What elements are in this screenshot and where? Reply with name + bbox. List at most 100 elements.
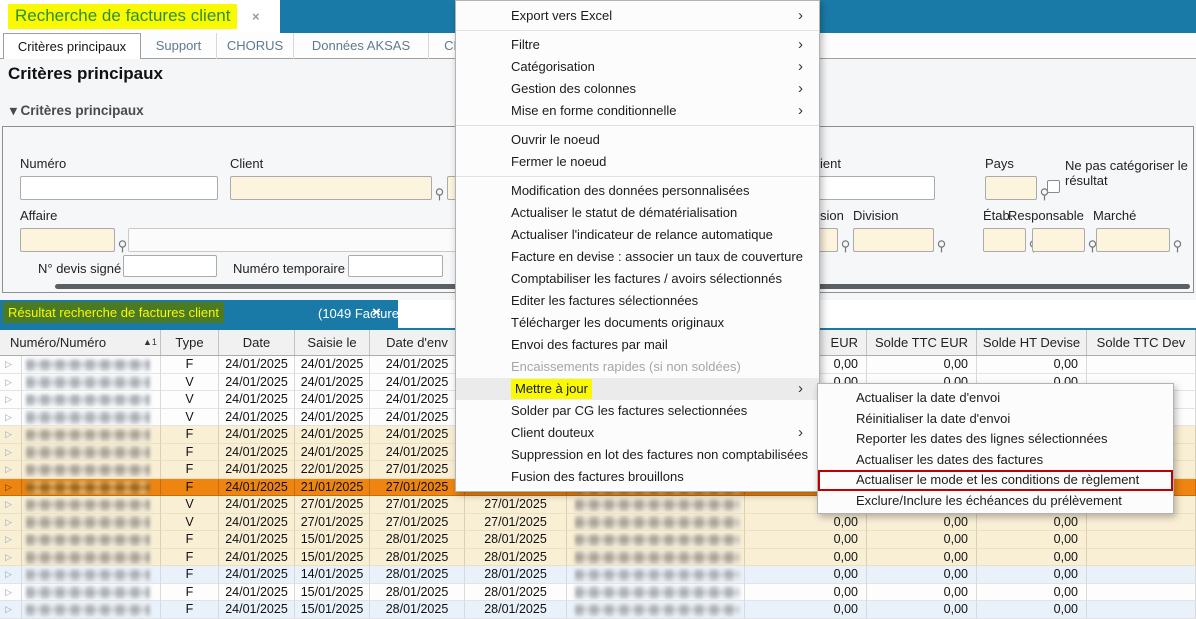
- menu-item-gestion-des-colonnes[interactable]: Gestion des colonnes›: [456, 78, 819, 100]
- client-code-input[interactable]: [230, 176, 432, 200]
- menu-item-fermer-le-noeud[interactable]: Fermer le noeud: [456, 151, 819, 173]
- redacted-client: [575, 499, 740, 512]
- document-tab[interactable]: Recherche de factures client ×: [0, 0, 280, 33]
- table-row[interactable]: ▷F24/01/202515/01/202528/01/202528/01/20…: [0, 531, 1196, 549]
- submenu-item-actualiser-la-date-d-envoi[interactable]: Actualiser la date d'envoi: [818, 388, 1173, 409]
- cell-expander: [0, 461, 22, 479]
- submenu-arrow-icon: ›: [798, 378, 803, 400]
- results-tab-close-icon[interactable]: ×: [372, 304, 381, 321]
- pays-input[interactable]: [985, 176, 1037, 200]
- menu-item-modification-des-donn-es-personnalis-es[interactable]: Modification des données personnalisées: [456, 180, 819, 202]
- tab-chorus[interactable]: CHORUS: [217, 33, 294, 59]
- cell-date: 24/01/2025: [219, 566, 295, 584]
- devis-signe-input[interactable]: [123, 255, 217, 277]
- cell-expander: [0, 496, 22, 514]
- tab-donn-es-aksas[interactable]: Données AKSAS: [294, 33, 429, 59]
- menu-item-fusion-des-factures-brouillons[interactable]: Fusion des factures brouillons: [456, 466, 819, 488]
- table-row[interactable]: ▷F24/01/202515/01/202528/01/202528/01/20…: [0, 601, 1196, 619]
- menu-item-comptabiliser-les-factures-avoirs-s-lect[interactable]: Comptabiliser les factures / avoirs séle…: [456, 268, 819, 290]
- results-tab[interactable]: Résultat recherche de factures client (1…: [0, 300, 398, 328]
- tab-support[interactable]: Support: [141, 33, 217, 59]
- cell-numero: [22, 584, 161, 602]
- categorize-checkbox[interactable]: [1047, 180, 1060, 193]
- col-type[interactable]: Type: [161, 330, 219, 355]
- menu-item-t-l-charger-les-documents-originaux[interactable]: Télécharger les documents originaux: [456, 312, 819, 334]
- cell-date: 24/01/2025: [219, 479, 295, 497]
- division-input[interactable]: [853, 228, 934, 252]
- etablissement-input[interactable]: [983, 228, 1026, 252]
- cell-saisie-le: 15/01/2025: [295, 584, 370, 602]
- cell-expander: [0, 531, 22, 549]
- col-saisie-le[interactable]: Saisie le: [295, 330, 370, 355]
- redacted-numero: [26, 499, 150, 512]
- tab-crit-res-principaux[interactable]: Critères principaux: [3, 33, 141, 60]
- table-row[interactable]: ▷F24/01/202514/01/202528/01/202528/01/20…: [0, 566, 1196, 584]
- cell-date-2: 28/01/2025: [465, 531, 567, 549]
- location-pin-icon: [937, 240, 946, 253]
- cell-numero: [22, 444, 161, 462]
- redacted-numero: [26, 481, 150, 494]
- cell-type: F: [161, 584, 219, 602]
- menu-item-export-vers-excel[interactable]: Export vers Excel›: [456, 5, 819, 27]
- table-row[interactable]: ▷F24/01/202515/01/202528/01/202528/01/20…: [0, 584, 1196, 602]
- division-label: Division: [853, 208, 899, 223]
- menu-item-ouvrir-le-noeud[interactable]: Ouvrir le noeud: [456, 129, 819, 151]
- cell-date-2: 28/01/2025: [465, 584, 567, 602]
- menu-item-actualiser-le-statut-de-d-mat-rialisatio[interactable]: Actualiser le statut de dématérialisatio…: [456, 202, 819, 224]
- numero-input[interactable]: [20, 176, 218, 200]
- cell-numero: [22, 356, 161, 374]
- numero-temporaire-input[interactable]: [348, 255, 443, 277]
- redacted-numero: [26, 394, 150, 407]
- cell-saisie-le: 15/01/2025: [295, 531, 370, 549]
- menu-item-envoi-des-factures-par-mail[interactable]: Envoi des factures par mail: [456, 334, 819, 356]
- table-row[interactable]: ▷V24/01/202527/01/202527/01/202527/01/20…: [0, 514, 1196, 532]
- cell-solde-ttc-eur: 0,00: [867, 356, 977, 374]
- menu-item-actualiser-l-indicateur-de-relance-autom[interactable]: Actualiser l'indicateur de relance autom…: [456, 224, 819, 246]
- cell-date-envoi: 24/01/2025: [370, 391, 465, 409]
- highlighted-label: Mettre à jour: [511, 379, 592, 399]
- cell-expander: [0, 409, 22, 427]
- table-row[interactable]: ▷F24/01/202515/01/202528/01/202528/01/20…: [0, 549, 1196, 567]
- cell-solde-ttc-eur: 0,00: [867, 601, 977, 619]
- submenu-item-r-initialiser-la-date-d-envoi[interactable]: Réinitialiser la date d'envoi: [818, 409, 1173, 430]
- marche-input[interactable]: [1096, 228, 1170, 252]
- cell-date: 24/01/2025: [219, 461, 295, 479]
- cell-type: V: [161, 514, 219, 532]
- dimension-label: sion: [820, 208, 844, 223]
- col-solde-ht-devise[interactable]: Solde HT Devise: [977, 330, 1087, 355]
- cell-numero: [22, 601, 161, 619]
- redacted-client: [575, 551, 740, 564]
- document-tab-close-icon[interactable]: ×: [252, 9, 260, 24]
- cell-solde-ttc-eur: 0,00: [867, 549, 977, 567]
- submenu-arrow-icon: ›: [798, 34, 803, 56]
- cell-client: [567, 566, 745, 584]
- cell-solde-ht-eur: 0,00: [745, 566, 867, 584]
- menu-item-suppression-en-lot-des-factures-non-comp[interactable]: Suppression en lot des factures non comp…: [456, 444, 819, 466]
- menu-item-mettre-jour[interactable]: Mettre à jour ›: [456, 378, 819, 400]
- submenu-item-reporter-les-dates-des-lignes-s-lectionn[interactable]: Reporter les dates des lignes sélectionn…: [818, 429, 1173, 450]
- collapse-arrow-icon: ▾: [10, 103, 17, 118]
- col-solde-ttc-eur[interactable]: Solde TTC EUR: [867, 330, 977, 355]
- cell-type: V: [161, 374, 219, 392]
- menu-item-facture-en-devise-associer-un-taux-de-co[interactable]: Facture en devise : associer un taux de …: [456, 246, 819, 268]
- cell-date-envoi: 24/01/2025: [370, 426, 465, 444]
- menu-item-mise-en-forme-conditionnelle[interactable]: Mise en forme conditionnelle›: [456, 100, 819, 122]
- col-date-envoi[interactable]: Date d'env: [370, 330, 465, 355]
- submenu-item-actualiser-les-dates-des-factures[interactable]: Actualiser les dates des factures: [818, 450, 1173, 471]
- cell-solde-ttc-eur: 0,00: [867, 531, 977, 549]
- col-numero[interactable]: Numéro/Numéro▲1: [0, 330, 161, 355]
- responsable-input[interactable]: [1032, 228, 1085, 252]
- menu-item-client-douteux[interactable]: Client douteux›: [456, 422, 819, 444]
- submenu-item-exclure-inclure-les-ch-ances-du-pr-l-vem[interactable]: Exclure/Inclure les échéances du prélève…: [818, 491, 1173, 512]
- col-solde-ttc-devise[interactable]: Solde TTC Dev: [1087, 330, 1196, 355]
- menu-item-editer-les-factures-s-lectionn-es[interactable]: Editer les factures sélectionnées: [456, 290, 819, 312]
- affaire-code-input[interactable]: [20, 228, 115, 252]
- menu-item-solder-par-cg-les-factures-selectionn-es[interactable]: Solder par CG les factures selectionnées: [456, 400, 819, 422]
- menu-item-cat-gorisation[interactable]: Catégorisation›: [456, 56, 819, 78]
- col-date[interactable]: Date: [219, 330, 295, 355]
- menu-item-filtre[interactable]: Filtre›: [456, 34, 819, 56]
- criteria-group-header[interactable]: ▾ Critères principaux: [10, 103, 144, 119]
- submenu-item-actualiser-le-mode-et-les-conditions-de-[interactable]: Actualiser le mode et les conditions de …: [818, 470, 1173, 491]
- cell-solde-ttc-devise: [1087, 531, 1196, 549]
- cell-solde-ttc-devise: [1087, 601, 1196, 619]
